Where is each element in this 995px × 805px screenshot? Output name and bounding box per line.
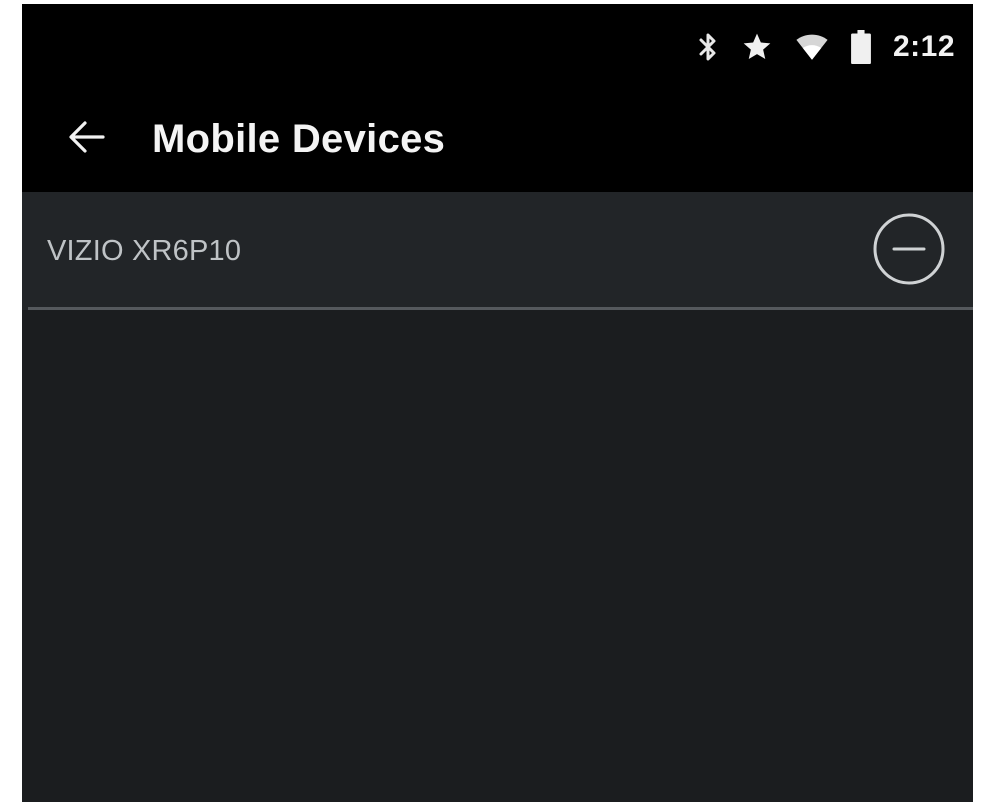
- status-bar: 2:12: [22, 4, 973, 86]
- device-name: VIZIO XR6P10: [47, 234, 242, 267]
- divider: [28, 307, 973, 310]
- arrow-back-icon: [67, 119, 107, 160]
- bluetooth-icon: [697, 31, 719, 63]
- status-time: 2:12: [892, 30, 955, 63]
- status-icons: 2:12: [697, 30, 955, 64]
- battery-icon: [851, 30, 871, 64]
- star-icon: [741, 31, 773, 63]
- remove-device-button[interactable]: [871, 213, 947, 289]
- app-bar: Mobile Devices: [22, 86, 973, 192]
- phone-screen: 2:12 Mobile Devices VIZIO XR6P10: [22, 4, 973, 802]
- remove-circle-icon: [871, 211, 947, 292]
- device-list: VIZIO XR6P10: [22, 192, 973, 310]
- page-title: Mobile Devices: [152, 116, 446, 161]
- list-item-device[interactable]: VIZIO XR6P10: [22, 192, 973, 310]
- wifi-icon: [795, 31, 829, 63]
- back-button[interactable]: [46, 98, 128, 180]
